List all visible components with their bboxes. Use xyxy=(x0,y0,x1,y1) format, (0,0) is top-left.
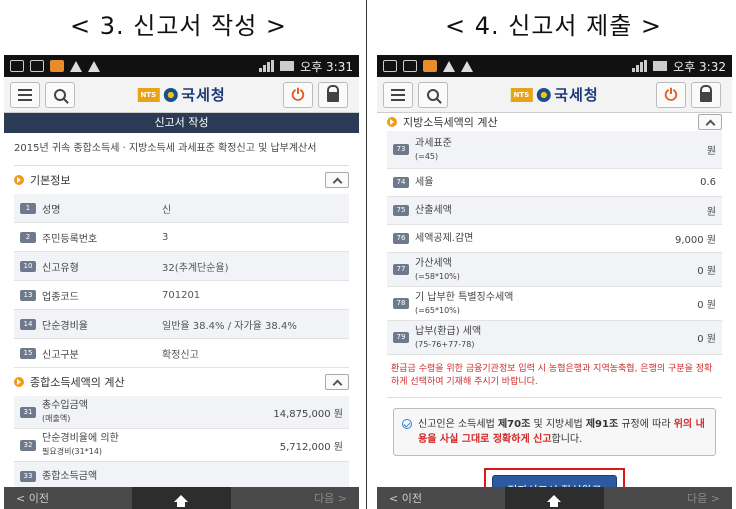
search-button[interactable] xyxy=(45,81,75,108)
table-row: 2 주민등록번호 3 xyxy=(14,223,349,252)
phone-screen-right: 오후 3:32 NTS 국세청 ⏻ 지방소득세액의 계산 73 과세표준 (=45… xyxy=(377,55,732,509)
step3-caption: < 3. 신고서 작성 > xyxy=(70,12,288,40)
chevron-up-icon xyxy=(705,119,715,129)
power-icon: ⏻ xyxy=(291,84,305,104)
app-header: NTS 국세청 ⏻ xyxy=(377,77,732,113)
warning-icon xyxy=(443,60,455,72)
collapse-button[interactable] xyxy=(325,374,349,390)
collapse-button[interactable] xyxy=(698,114,722,130)
table-row: 77 가산세액 (=58*10%) 0 원 xyxy=(387,253,722,287)
table-row: 1 성명 신 xyxy=(14,194,349,223)
power-icon: ⏻ xyxy=(664,84,678,104)
nts-logo[interactable]: NTS 국세청 xyxy=(137,84,225,105)
home-icon xyxy=(174,494,189,507)
section-income-tax-calc: 종합소득세액의 계산 xyxy=(14,368,349,396)
home-button[interactable] xyxy=(504,487,605,509)
chevron-up-icon xyxy=(332,177,342,187)
battery-icon xyxy=(653,61,668,71)
flower-icon xyxy=(536,87,551,102)
logout-button[interactable]: ⏻ xyxy=(283,81,313,108)
declaration-box: 신고인은 소득세법 제70조 및 지방세법 제91조 규정에 따라 위의 내용을… xyxy=(393,408,716,456)
table-row: 73 과세표준 (=45) 원 xyxy=(387,131,722,169)
status-bar: 오후 3:31 xyxy=(4,55,359,77)
menu-button[interactable] xyxy=(383,81,413,108)
hamburger-icon xyxy=(18,88,32,101)
home-button[interactable] xyxy=(131,487,232,509)
warning-icon xyxy=(461,60,473,72)
lock-button[interactable] xyxy=(318,81,348,108)
battery-icon xyxy=(280,61,295,71)
section-bullet-icon xyxy=(387,117,397,127)
next-button[interactable]: 다음 > xyxy=(231,490,359,506)
hamburger-icon xyxy=(391,88,405,101)
document-title: 2015년 귀속 종합소득세 · 지방소득세 과세표준 확정신고 및 납부계산서 xyxy=(14,133,349,166)
table-row: 13 업종코드 701201 xyxy=(14,281,349,310)
table-row: 31 총수입금액 (매출액) 14,875,000 원 xyxy=(14,396,349,429)
collapse-button[interactable] xyxy=(325,172,349,188)
logout-button[interactable]: ⏻ xyxy=(656,81,686,108)
app-icon xyxy=(50,60,64,72)
section-basic-info: 기본정보 xyxy=(14,166,349,194)
notification-icon xyxy=(10,60,24,72)
app-icon xyxy=(423,60,437,72)
lock-button[interactable] xyxy=(691,81,721,108)
flower-icon xyxy=(163,87,178,102)
table-row: 74 세율 0.6 xyxy=(387,169,722,197)
search-icon xyxy=(54,88,66,101)
notification-icon xyxy=(383,60,397,72)
signal-icon xyxy=(632,60,648,72)
search-icon xyxy=(427,88,439,101)
check-circle-icon xyxy=(402,419,412,429)
table-row: 32 단순경비율에 의한 필요경비(31*14) 5,712,000 원 xyxy=(14,429,349,462)
table-row: 75 산출세액 원 xyxy=(387,197,722,225)
table-row: 14 단순경비율 일반율 38.4% / 자가율 38.4% xyxy=(14,310,349,339)
lock-icon xyxy=(700,84,712,102)
status-time: 오후 3:31 xyxy=(300,59,353,74)
signal-icon xyxy=(259,60,275,72)
prev-button[interactable]: < 이전 xyxy=(4,490,132,506)
status-bar: 오후 3:32 xyxy=(377,55,732,77)
lock-icon xyxy=(327,84,339,102)
bottom-nav: < 이전 다음 > xyxy=(4,487,359,509)
image-icon xyxy=(30,60,44,72)
section-bullet-icon xyxy=(14,377,24,387)
page-title: 신고서 작성 xyxy=(4,113,359,133)
nts-logo[interactable]: NTS 국세청 xyxy=(510,84,598,105)
step4-caption: < 4. 신고서 제출 > xyxy=(445,12,663,40)
table-row: 10 신고유형 32(추계단순율) xyxy=(14,252,349,281)
search-button[interactable] xyxy=(418,81,448,108)
prev-button[interactable]: < 이전 xyxy=(377,490,505,506)
table-row: 79 납부(환급) 세액 (75-76+77-78) 0 원 xyxy=(387,321,722,355)
image-icon xyxy=(403,60,417,72)
table-row: 15 신고구분 확정신고 xyxy=(14,339,349,368)
app-header: NTS 국세청 ⏻ xyxy=(4,77,359,113)
table-row: 76 세액공제.감면 9,000 원 xyxy=(387,225,722,253)
menu-button[interactable] xyxy=(10,81,40,108)
next-button[interactable]: 다음 > xyxy=(604,490,732,506)
status-time: 오후 3:32 xyxy=(673,59,726,74)
phone-screen-left: 오후 3:31 NTS 국세청 ⏻ 신고서 작성 2015년 귀속 종합소득세 … xyxy=(4,55,359,509)
table-row: 78 기 납부한 특별징수세액 (=65*10%) 0 원 xyxy=(387,287,722,321)
section-local-tax-calc: 지방소득세액의 계산 xyxy=(387,113,722,131)
section-bullet-icon xyxy=(14,175,24,185)
home-icon xyxy=(547,494,562,507)
warning-icon xyxy=(70,60,82,72)
panel-divider xyxy=(366,0,367,509)
bottom-nav: < 이전 다음 > xyxy=(377,487,732,509)
refund-notice: 환급금 수령을 위한 금융기관정보 입력 시 농협은행과 지역농축협, 은행의 … xyxy=(387,355,722,398)
warning-icon xyxy=(88,60,100,72)
chevron-up-icon xyxy=(332,379,342,389)
